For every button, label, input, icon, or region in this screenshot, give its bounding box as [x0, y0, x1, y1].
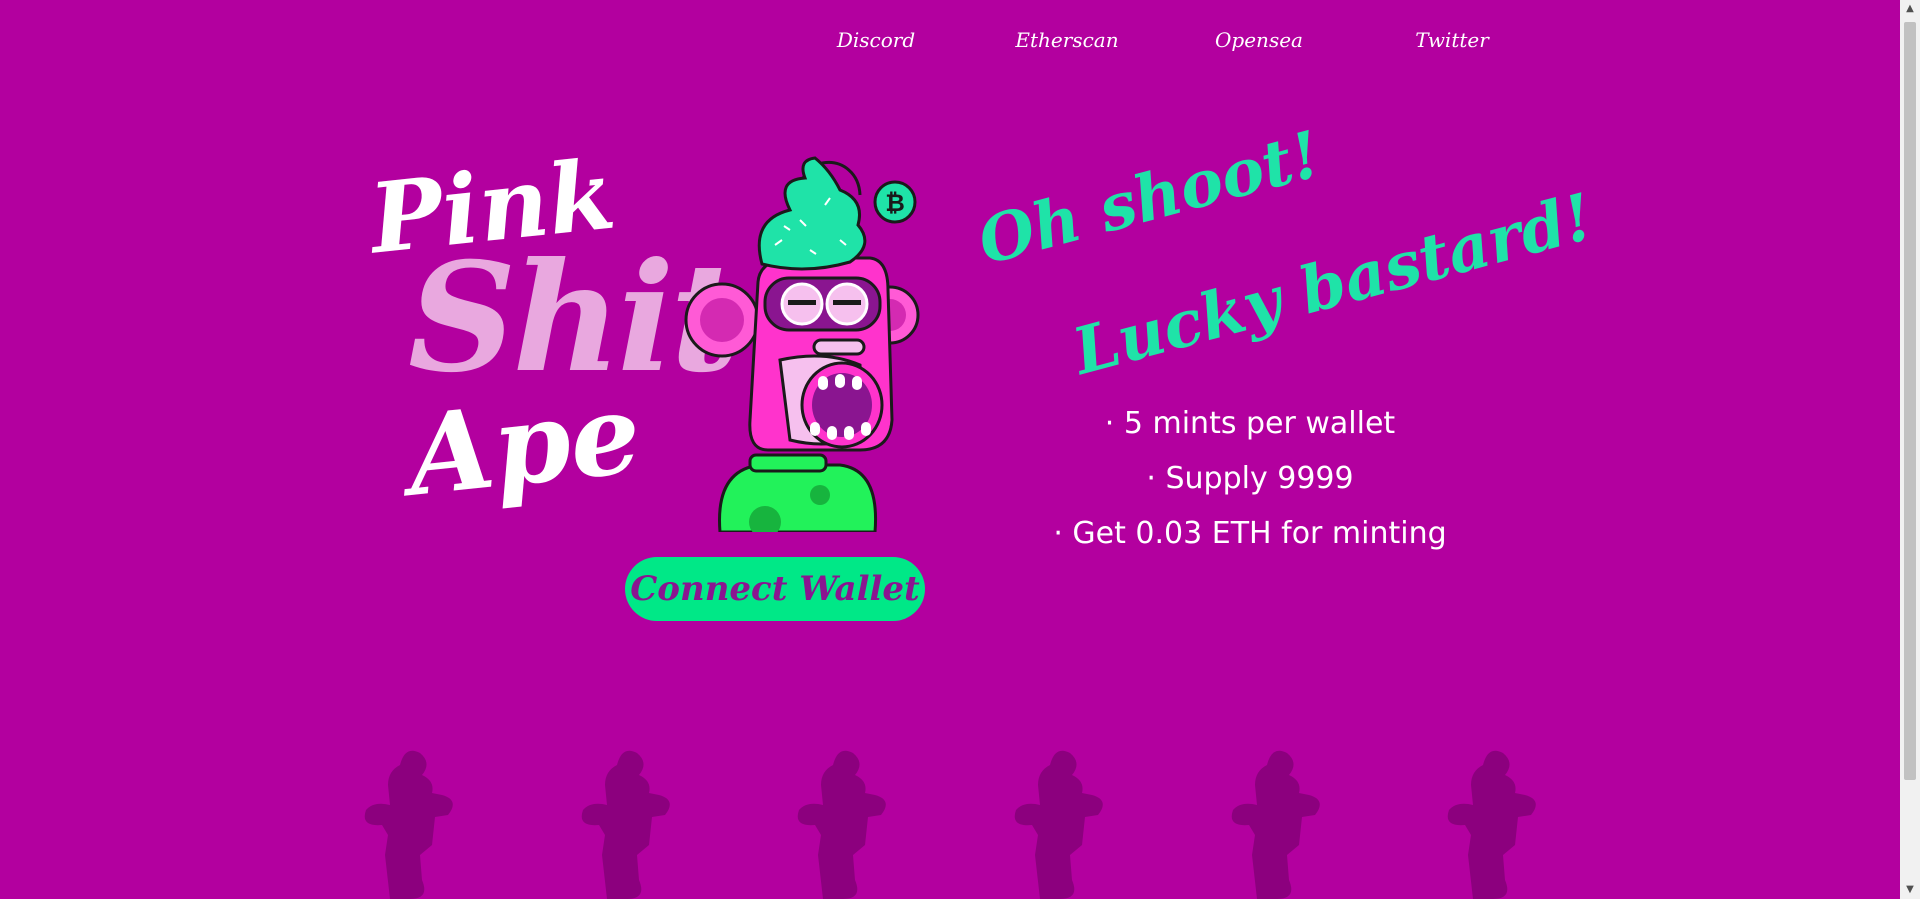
scroll-up-icon[interactable]: ▲	[1900, 0, 1920, 18]
ape-illustration: ₿	[684, 156, 920, 532]
scroll-down-icon[interactable]: ▼	[1900, 881, 1920, 899]
ape-silhouette	[581, 750, 670, 899]
scrollbar-thumb[interactable]	[1904, 22, 1916, 780]
nav-link-etherscan[interactable]: Etherscan	[1015, 28, 1118, 52]
nav-link-discord[interactable]: Discord	[837, 28, 915, 52]
feature-eth-reward: · Get 0.03 ETH for minting	[1053, 516, 1447, 551]
tagline-line-1: Oh shoot!	[970, 116, 1329, 280]
feature-supply: · Supply 9999	[1146, 461, 1354, 496]
nav-link-opensea[interactable]: Opensea	[1215, 28, 1303, 52]
ape-silhouette	[364, 750, 453, 899]
project-title: Pink Shit Ape	[360, 138, 740, 550]
ape-silhouette-row	[0, 745, 1900, 899]
tagline: Oh shoot! Lucky bastard!	[971, 117, 1601, 390]
ape-silhouette	[1014, 750, 1103, 899]
connect-wallet-button[interactable]: Connect Wallet	[625, 557, 925, 621]
ape-silhouette	[1231, 750, 1320, 899]
ape-silhouette	[797, 750, 886, 899]
bitcoin-glyph: ₿	[885, 189, 905, 217]
feature-mints-per-wallet: · 5 mints per wallet	[1104, 406, 1396, 441]
nav-link-twitter[interactable]: Twitter	[1415, 28, 1489, 52]
title-word-ape: Ape	[401, 368, 647, 521]
mint-features: · 5 mints per wallet · Supply 9999 · Get…	[1000, 396, 1500, 561]
top-nav: Discord Etherscan Opensea Twitter	[0, 28, 1900, 58]
vertical-scrollbar[interactable]: ▲ ▼	[1900, 0, 1920, 899]
ape-silhouette	[1447, 750, 1536, 899]
